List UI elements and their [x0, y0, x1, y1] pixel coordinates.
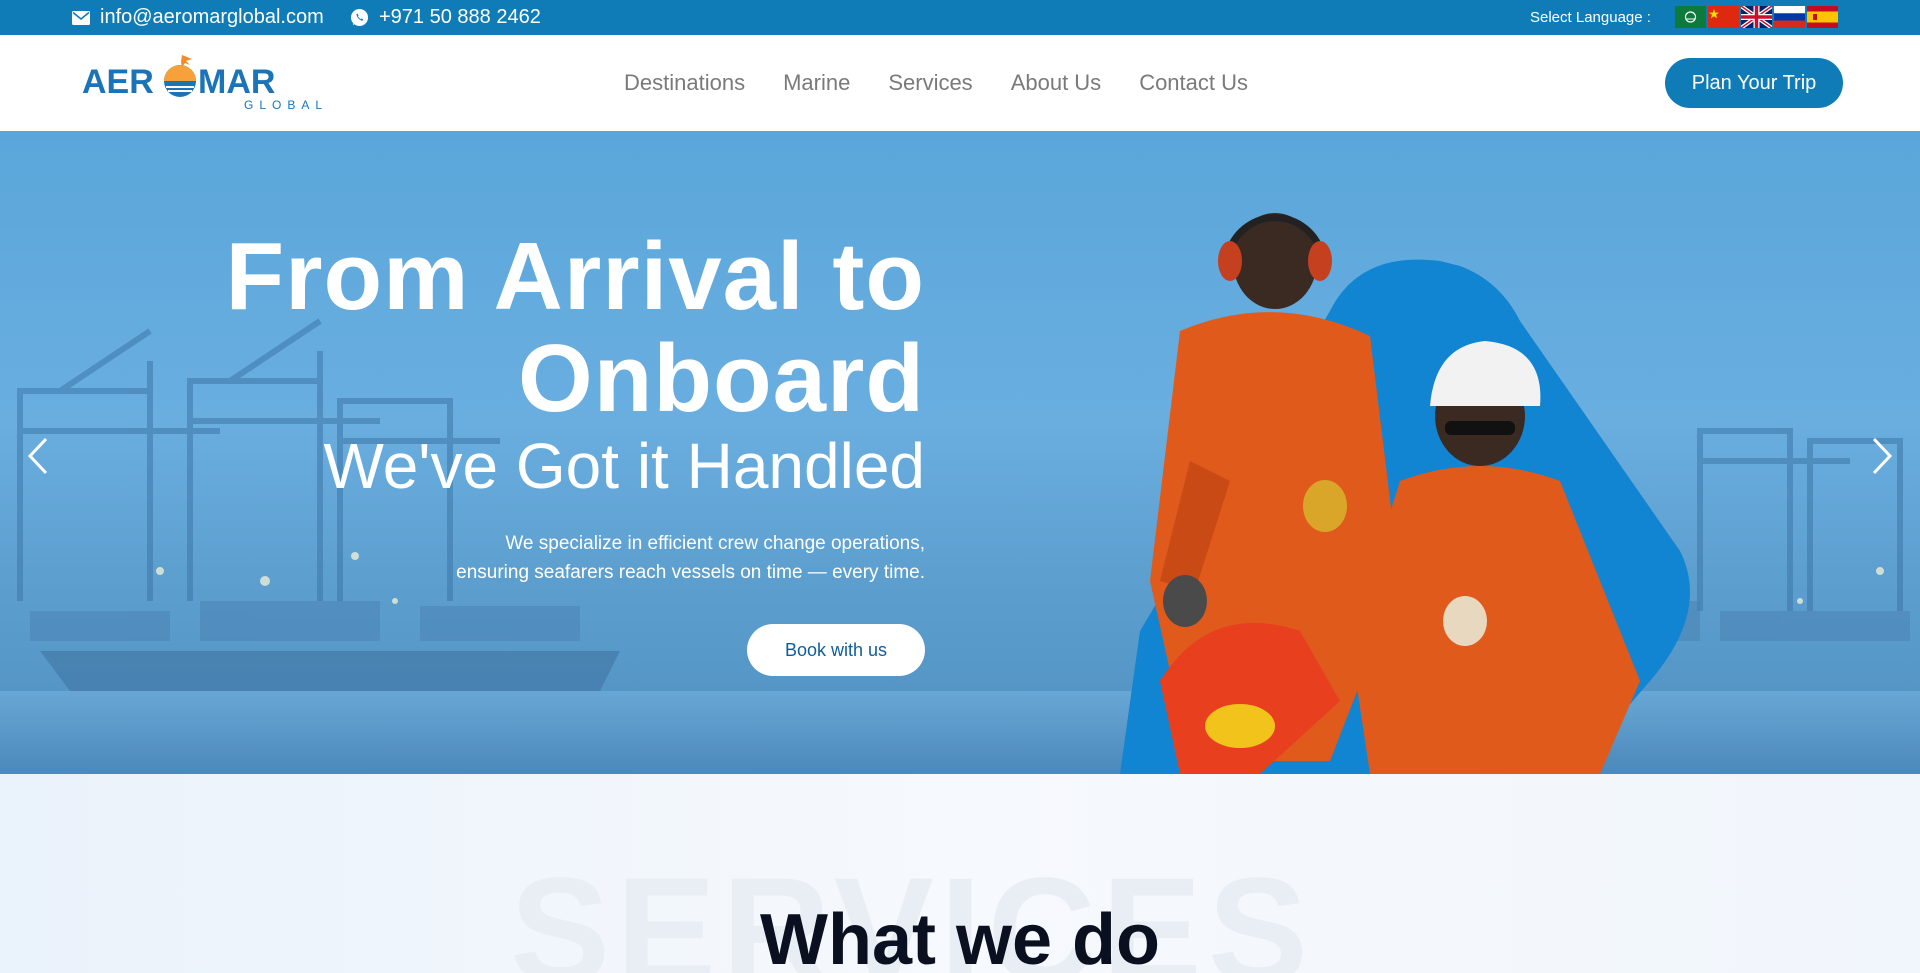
nav-services[interactable]: Services	[888, 70, 972, 96]
nav-destinations[interactable]: Destinations	[624, 70, 745, 96]
main-header: AER MAR GLOBAL Destinations Marine Servi…	[0, 35, 1920, 131]
nav-contact-us[interactable]: Contact Us	[1139, 70, 1248, 96]
flag-english-icon[interactable]	[1741, 6, 1772, 28]
hero-slider: From Arrival to Onboard We've Got it Han…	[0, 131, 1920, 774]
hero-title-line-1: From Arrival to	[225, 223, 925, 330]
top-bar: info@aeromarglobal.com +971 50 888 2462 …	[0, 0, 1920, 35]
flag-arabic-icon[interactable]	[1675, 6, 1706, 28]
email-link[interactable]: info@aeromarglobal.com	[72, 0, 324, 35]
chevron-left-icon[interactable]	[18, 431, 58, 481]
main-nav: Destinations Marine Services About Us Co…	[624, 35, 1248, 131]
aeromar-logo[interactable]: AER MAR GLOBAL	[82, 51, 332, 111]
hero-title: From Arrival to Onboard	[125, 226, 925, 430]
what-we-do-heading: What we do	[760, 900, 1160, 973]
hero-subtitle: We've Got it Handled	[323, 430, 925, 502]
logo-text-left: AER	[82, 63, 154, 101]
hero-description-line-1: We specialize in efficient crew change o…	[505, 533, 925, 554]
flag-chinese-icon[interactable]	[1708, 6, 1739, 28]
hero-title-line-2: Onboard	[518, 325, 925, 432]
plan-your-trip-button[interactable]: Plan Your Trip	[1665, 58, 1843, 108]
flag-russian-icon[interactable]	[1774, 6, 1805, 28]
logo-text-right: MAR	[198, 63, 275, 101]
language-flags	[1675, 6, 1838, 28]
chevron-right-icon[interactable]	[1862, 431, 1902, 481]
hero-description: We specialize in efficient crew change o…	[225, 529, 925, 587]
whatsapp-icon	[350, 8, 369, 27]
logo-globe-icon	[164, 55, 196, 97]
email-text: info@aeromarglobal.com	[100, 6, 324, 28]
mail-icon	[72, 10, 90, 25]
services-section: SERVICES What we do	[0, 774, 1920, 973]
phone-text: +971 50 888 2462	[379, 6, 541, 28]
nav-about-us[interactable]: About Us	[1011, 70, 1102, 96]
book-with-us-button[interactable]: Book with us	[747, 624, 925, 676]
hero-description-line-2: ensuring seafarers reach vessels on time…	[456, 562, 925, 583]
phone-link[interactable]: +971 50 888 2462	[350, 0, 541, 35]
logo-sub: GLOBAL	[244, 98, 328, 111]
flag-spanish-icon[interactable]	[1807, 6, 1838, 28]
crew-workers-image	[1120, 213, 1690, 774]
select-language-label: Select Language :	[1530, 9, 1651, 26]
nav-marine[interactable]: Marine	[783, 70, 850, 96]
